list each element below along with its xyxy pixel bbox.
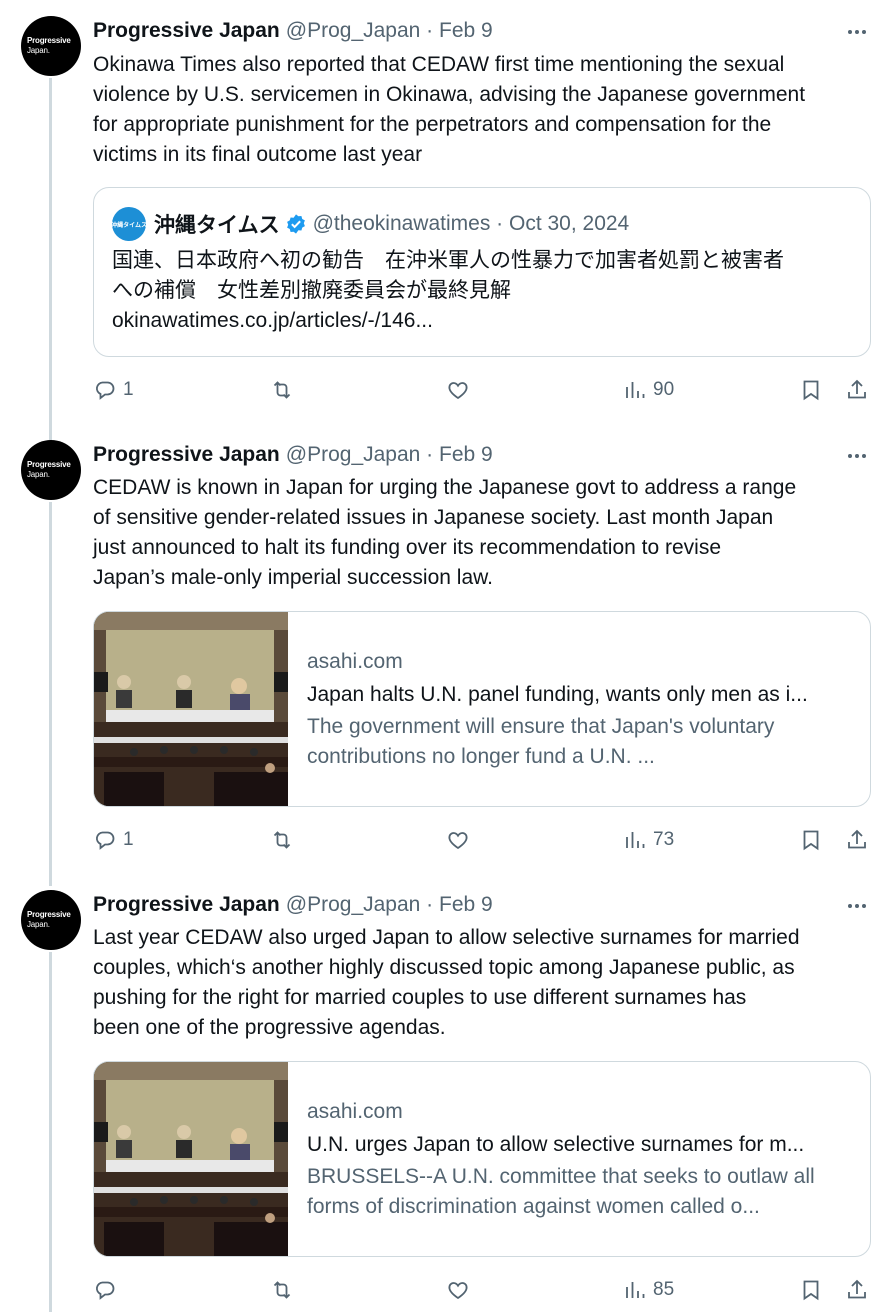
reply-icon xyxy=(96,831,115,850)
link-card-description: The government will ensure that Japan's … xyxy=(307,715,775,768)
like-icon xyxy=(448,382,468,400)
retweet-button[interactable] xyxy=(270,375,294,405)
handle-and-time[interactable]: @Prog_Japan · Feb 9 xyxy=(286,19,493,43)
like-button[interactable] xyxy=(446,375,470,405)
views-icon xyxy=(626,832,645,848)
handle-and-time[interactable]: @Prog_Japan · Feb 9 xyxy=(286,893,493,917)
bookmark-icon xyxy=(803,830,819,851)
author-name[interactable]: Progressive Japan xyxy=(93,443,280,467)
avatar-text: Progressive xyxy=(27,36,71,45)
avatar[interactable]: Progressive Japan. xyxy=(21,890,81,950)
views-count: 85 xyxy=(653,1279,675,1300)
tweet-text: Last year CEDAW also urged Japan to allo… xyxy=(93,926,800,1039)
views-count: 90 xyxy=(653,379,675,400)
reply-button[interactable] xyxy=(93,1275,123,1305)
quoted-tweet-text: 国連、日本政府へ初の勧告 在沖米軍人の性暴力で加害者処罰と被害者 への補償 女性… xyxy=(112,249,784,332)
avatar-text: Japan. xyxy=(27,470,50,479)
quoted-tweet[interactable]: 沖縄タイムス 沖縄タイムス @theokinawatimes · Oct 30,… xyxy=(93,187,871,357)
quoted-avatar[interactable]: 沖縄タイムス xyxy=(111,207,147,241)
share-button[interactable] xyxy=(845,375,869,405)
tweet-text: Okinawa Times also reported that CEDAW f… xyxy=(93,53,806,166)
tweet-header: Progressive Japan @Prog_Japan · Feb 9 xyxy=(93,440,493,470)
retweet-icon xyxy=(273,381,291,399)
reply-icon xyxy=(96,1281,115,1300)
quoted-tweet-header: 沖縄タイムス 沖縄タイムス @theokinawatimes · Oct 30,… xyxy=(111,207,630,241)
tweet-header: Progressive Japan @Prog_Japan · Feb 9 xyxy=(93,16,493,46)
like-icon xyxy=(448,832,468,850)
like-button[interactable] xyxy=(446,825,470,855)
more-icon[interactable] xyxy=(842,22,872,42)
views-icon xyxy=(626,1282,645,1298)
bookmark-button[interactable] xyxy=(799,1275,823,1305)
retweet-button[interactable] xyxy=(270,825,294,855)
reply-icon xyxy=(96,381,115,400)
avatar[interactable]: Progressive Japan. xyxy=(21,440,81,500)
verified-icon xyxy=(286,214,305,234)
link-card-title: U.N. urges Japan to allow selective surn… xyxy=(307,1133,805,1156)
link-card-title: Japan halts U.N. panel funding, wants on… xyxy=(307,683,808,706)
link-card[interactable]: asahi.com U.N. urges Japan to allow sele… xyxy=(93,1061,871,1257)
reply-count: 1 xyxy=(123,829,134,850)
link-card-description: BRUSSELS--A U.N. committee that seeks to… xyxy=(307,1165,815,1218)
author-name[interactable]: Progressive Japan xyxy=(93,19,280,43)
like-icon xyxy=(448,1282,468,1300)
views-button[interactable]: 85 xyxy=(623,1275,674,1305)
link-card-meta: asahi.com Japan halts U.N. panel funding… xyxy=(307,646,857,772)
tweet-text: CEDAW is known in Japan for urging the J… xyxy=(93,476,797,589)
share-icon xyxy=(848,829,866,849)
avatar[interactable]: Progressive Japan. xyxy=(21,16,81,76)
tweet-actions: 85 xyxy=(93,1275,883,1305)
quoted-handle-and-time[interactable]: @theokinawatimes · Oct 30, 2024 xyxy=(313,212,630,236)
bookmark-button[interactable] xyxy=(799,825,823,855)
views-count: 73 xyxy=(653,829,675,850)
more-icon[interactable] xyxy=(842,896,872,916)
bookmark-icon xyxy=(803,1280,819,1301)
reply-count: 1 xyxy=(123,379,134,400)
handle-and-time[interactable]: @Prog_Japan · Feb 9 xyxy=(286,443,493,467)
views-button[interactable]: 90 xyxy=(623,375,674,405)
author-name[interactable]: Progressive Japan xyxy=(93,893,280,917)
bookmark-button[interactable] xyxy=(799,375,823,405)
views-button[interactable]: 73 xyxy=(623,825,674,855)
avatar-text: Japan. xyxy=(27,46,50,55)
retweet-button[interactable] xyxy=(270,1275,294,1305)
avatar-text: Progressive xyxy=(27,460,71,469)
tweet-actions: 1 73 xyxy=(93,825,883,855)
link-card-meta: asahi.com U.N. urges Japan to allow sele… xyxy=(307,1096,857,1222)
share-icon xyxy=(848,1279,866,1299)
tweet[interactable]: Progressive Japan. Progressive Japan @Pr… xyxy=(0,0,894,430)
share-button[interactable] xyxy=(845,1275,869,1305)
reply-button[interactable]: 1 xyxy=(93,825,134,855)
retweet-icon xyxy=(273,1281,291,1299)
share-icon xyxy=(848,379,866,399)
link-card-image xyxy=(94,1062,288,1256)
avatar-text: Progressive xyxy=(27,910,71,919)
tweet-header: Progressive Japan @Prog_Japan · Feb 9 xyxy=(93,890,493,920)
more-icon[interactable] xyxy=(842,446,872,466)
like-button[interactable] xyxy=(446,1275,470,1305)
avatar-text: Japan. xyxy=(27,920,50,929)
link-card-image xyxy=(94,612,288,806)
link-card[interactable]: asahi.com Japan halts U.N. panel funding… xyxy=(93,611,871,807)
tweet[interactable]: Progressive Japan. Progressive Japan @Pr… xyxy=(0,430,894,880)
tweet[interactable]: Progressive Japan. Progressive Japan @Pr… xyxy=(0,880,894,1312)
share-button[interactable] xyxy=(845,825,869,855)
link-card-domain: asahi.com xyxy=(307,650,403,673)
bookmark-icon xyxy=(803,380,819,401)
quoted-author-name[interactable]: 沖縄タイムス xyxy=(154,209,280,239)
link-card-domain: asahi.com xyxy=(307,1100,403,1123)
views-icon xyxy=(626,382,645,398)
reply-button[interactable]: 1 xyxy=(93,375,134,405)
tweet-actions: 1 90 xyxy=(93,375,883,405)
retweet-icon xyxy=(273,831,291,849)
